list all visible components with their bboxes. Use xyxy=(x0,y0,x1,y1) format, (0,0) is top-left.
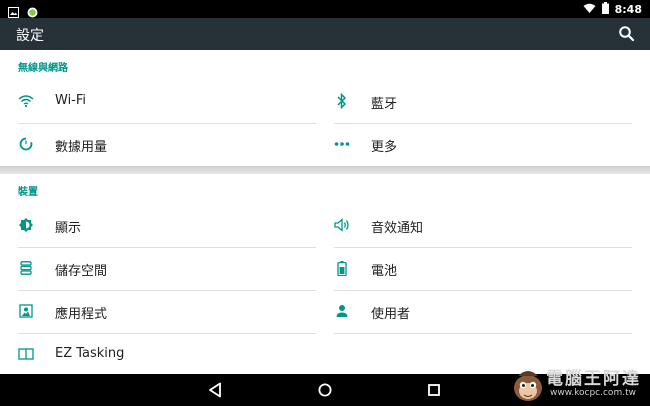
data-usage-icon xyxy=(18,136,34,152)
brightness-icon xyxy=(18,217,34,233)
setting-data-usage[interactable]: 數據用量 xyxy=(18,123,316,166)
setting-label: 顯示 xyxy=(55,221,82,236)
setting-bluetooth[interactable]: 藍牙 xyxy=(334,80,632,123)
setting-label: 應用程式 xyxy=(55,307,108,322)
setting-more[interactable]: 更多 xyxy=(334,123,632,166)
setting-label: Wi-Fi xyxy=(55,93,87,108)
setting-users[interactable]: 使用者 xyxy=(334,290,632,333)
recents-icon[interactable] xyxy=(424,380,444,400)
setting-label: 更多 xyxy=(371,140,398,155)
section-header-wireless: 無線與網路 xyxy=(18,63,68,74)
mascot-logo xyxy=(514,371,542,401)
watermark-url: www.kocpc.com.tw xyxy=(550,388,636,398)
status-time: 8:48 xyxy=(614,3,642,16)
app-bar: 設定 xyxy=(0,18,650,50)
battery-icon xyxy=(334,260,350,276)
setting-label: 電池 xyxy=(371,264,398,279)
search-icon[interactable] xyxy=(618,25,636,43)
section-separator xyxy=(0,166,650,174)
back-icon[interactable] xyxy=(206,380,226,400)
setting-ez-tasking[interactable]: EZ Tasking xyxy=(18,333,316,374)
setting-label: 數據用量 xyxy=(55,140,108,155)
setting-apps[interactable]: 應用程式 xyxy=(18,290,316,333)
wifi-icon xyxy=(583,3,596,17)
status-bar: 8:48 xyxy=(0,0,650,18)
setting-label: 藍牙 xyxy=(371,97,398,112)
section-device: 裝置 顯示 音效通知 儲存空間 電池 應用程式 使用者 EZ Tasking xyxy=(0,174,650,374)
setting-sound[interactable]: 音效通知 xyxy=(334,204,632,247)
setting-wifi[interactable]: Wi-Fi xyxy=(18,80,316,123)
divider xyxy=(334,333,632,334)
battery-icon xyxy=(601,2,609,17)
setting-label: EZ Tasking xyxy=(55,346,125,361)
section-header-device: 裝置 xyxy=(18,187,38,198)
home-icon[interactable] xyxy=(315,380,335,400)
storage-icon xyxy=(18,260,34,276)
section-wireless: 無線與網路 Wi-Fi 藍牙 數據用量 更多 xyxy=(0,50,650,166)
volume-icon xyxy=(334,217,350,233)
setting-label: 使用者 xyxy=(371,307,411,322)
page-title: 設定 xyxy=(16,28,44,44)
wifi-icon xyxy=(18,93,34,109)
more-icon xyxy=(334,136,350,152)
ez-tasking-icon xyxy=(18,346,34,362)
setting-label: 儲存空間 xyxy=(55,264,108,279)
apps-icon xyxy=(18,303,34,319)
settings-content: 無線與網路 Wi-Fi 藍牙 數據用量 更多 裝置 顯示 音效通知 儲存空間 電… xyxy=(0,50,650,374)
setting-label: 音效通知 xyxy=(371,221,424,236)
setting-display[interactable]: 顯示 xyxy=(18,204,316,247)
bluetooth-icon xyxy=(334,93,350,109)
setting-battery[interactable]: 電池 xyxy=(334,247,632,290)
watermark: 電腦王阿達 www.kocpc.com.tw xyxy=(510,362,650,406)
watermark-text: 電腦王阿達 xyxy=(546,369,641,389)
setting-storage[interactable]: 儲存空間 xyxy=(18,247,316,290)
person-icon xyxy=(334,303,350,319)
